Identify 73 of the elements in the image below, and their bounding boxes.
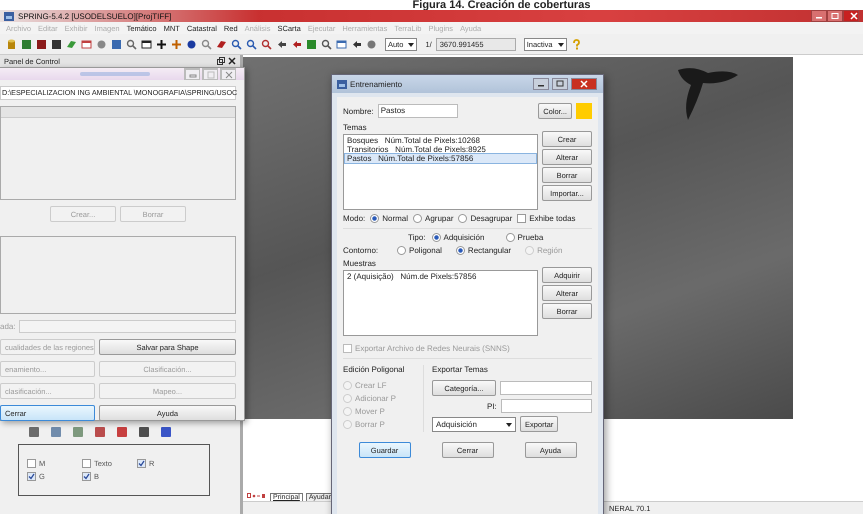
themes-label: Temas: [343, 123, 368, 132]
theme-item[interactable]: Bosques Núm.Total de Pixels:10268: [345, 136, 536, 145]
radio-label: Borrar P: [355, 420, 385, 429]
app-icon: [337, 80, 347, 88]
minimize-button[interactable]: [533, 78, 549, 90]
theme-item[interactable]: Pastos Núm.Total de Pixels:57856: [345, 154, 536, 163]
undo-icon[interactable]: [291, 38, 302, 50]
radio-label: Agrupar: [425, 214, 454, 223]
view-controls-icon[interactable]: [247, 493, 265, 499]
band-checkbox[interactable]: [82, 459, 91, 468]
field-label: ada:: [0, 322, 16, 331]
radio-label: Poligonal: [409, 246, 442, 255]
radio-label: Rectangular: [468, 246, 512, 255]
radio-label: Desagrupar: [470, 214, 512, 223]
close-button[interactable]: [571, 78, 597, 90]
app-icon: [4, 12, 14, 20]
zoom-icon[interactable]: [321, 38, 332, 50]
mode-label: Modo:: [343, 214, 366, 223]
radio-label: Adicionar P: [355, 394, 396, 403]
search-icon[interactable]: [126, 38, 137, 50]
figure-caption: Figura 14. Creación de coberturas: [412, 0, 592, 10]
radio-label: Crear LF: [355, 381, 387, 390]
theme-item[interactable]: Transitorios Núm.Total de Pixels:8925: [345, 145, 536, 154]
section-title: Edición Poligonal: [343, 365, 406, 376]
type-radio[interactable]: [506, 233, 514, 242]
name-field[interactable]: Pastos: [378, 104, 458, 118]
checkbox-label: Exhibe todas: [529, 214, 576, 223]
close-icon[interactable]: [228, 57, 236, 65]
window-icon[interactable]: [81, 38, 92, 50]
radio-label: Mover P: [355, 407, 385, 416]
type-radio[interactable]: [432, 233, 440, 242]
band-checkbox[interactable]: [27, 472, 36, 481]
band-checkbox[interactable]: [137, 459, 146, 468]
zoom-out-icon[interactable]: [246, 38, 257, 50]
mode-radio[interactable]: [413, 214, 422, 223]
zoom-icon[interactable]: [201, 38, 212, 50]
square-icon[interactable]: [51, 38, 62, 50]
pi-field[interactable]: [500, 399, 592, 413]
radio-label: Región: [537, 246, 562, 255]
plus-icon[interactable]: [156, 38, 167, 50]
mode-radio[interactable]: [458, 214, 468, 223]
float-icon[interactable]: [217, 57, 225, 65]
mode-radio[interactable]: [370, 214, 380, 223]
type-label: Tipo:: [408, 233, 426, 242]
zoom-box-icon[interactable]: [261, 38, 272, 50]
minimize-button[interactable]: [811, 10, 827, 22]
export-checkbox[interactable]: [343, 344, 352, 353]
zoom-in-icon[interactable]: [231, 38, 242, 50]
text-field[interactable]: [18, 320, 236, 333]
radio-label: Adquisición: [444, 233, 484, 242]
band-checkbox[interactable]: [27, 459, 36, 468]
sample-item[interactable]: 2 (Aquisição) Núm.de Pixels:57856: [345, 272, 536, 281]
band-checkbox[interactable]: [82, 472, 91, 481]
contour-label: Contorno:: [343, 246, 380, 255]
contour-radio[interactable]: [397, 246, 406, 255]
cylinder-icon[interactable]: [6, 38, 17, 50]
checkbox-label: Exportar Archivo de Redes Neurais (SNNS): [355, 344, 510, 353]
show-all-checkbox[interactable]: [517, 214, 526, 223]
name-label: Nombre:: [343, 106, 374, 116]
maximize-button[interactable]: [827, 10, 843, 22]
maximize-button[interactable]: [552, 78, 568, 90]
text-field[interactable]: [500, 381, 592, 395]
radio-label: Prueba: [518, 233, 544, 242]
close-button[interactable]: [843, 10, 859, 22]
samples-label: Muestras: [343, 259, 377, 268]
window-title: SPRING-5.4.2 [USODELSUELO][ProjTIFF]: [18, 12, 172, 20]
radio-label: Normal: [382, 214, 408, 223]
section-title: Exportar Temas: [432, 365, 489, 376]
dialog-title: Entrenamiento: [350, 80, 404, 88]
arrow-icon[interactable]: [276, 38, 287, 50]
pi-label: PI:: [487, 402, 497, 410]
export-dropdown[interactable]: Adquisición: [432, 416, 516, 432]
contour-radio[interactable]: [456, 246, 465, 255]
